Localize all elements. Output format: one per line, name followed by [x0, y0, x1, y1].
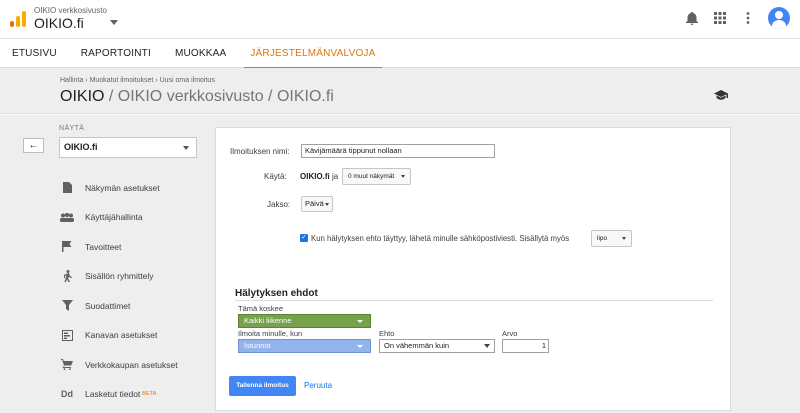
condition-select[interactable]: On vähemmän kuin	[379, 339, 495, 353]
beta-badge: BETA	[142, 391, 157, 398]
account-avatar[interactable]	[768, 7, 790, 29]
account-selector[interactable]: OIKIO.fi	[34, 15, 84, 31]
graduation-cap-icon[interactable]	[714, 90, 728, 100]
segment-select[interactable]: Kaikki liikenne	[238, 314, 371, 328]
chevron-down-icon	[325, 203, 329, 206]
conditions-title: Hälytyksen ehdot	[235, 288, 318, 299]
period-value: Päivä	[305, 199, 324, 208]
chevron-down-icon	[357, 345, 363, 348]
alert-name-label: Ilmoituksen nimi:	[230, 147, 290, 156]
notify-label: Ilmoita minulle, kun	[238, 329, 303, 338]
alert-name-input[interactable]: Kävijämäärä tippunut nollaan	[301, 144, 495, 158]
sidebar-item-content-grouping[interactable]: Sisällön ryhmittely	[55, 262, 200, 292]
sidebar-item-label: Kanavan asetukset	[85, 330, 158, 341]
person-walking-icon	[60, 270, 74, 283]
chevron-down-icon	[357, 320, 363, 323]
tab-raportointi[interactable]: RAPORTOINTI	[69, 39, 163, 68]
sidebar-item-label: Sisällön ryhmittely	[85, 271, 154, 282]
chevron-down-icon	[401, 175, 405, 178]
chevron-down-icon	[622, 237, 626, 240]
sidebar-item-label: Näkymän asetukset	[85, 182, 160, 193]
email-checkbox-label: Kun hälytyksen ehto täyttyy, lähetä minu…	[311, 234, 570, 243]
condition-value: On vähemmän kuin	[384, 341, 450, 350]
sidebar-item-ecommerce-settings[interactable]: Verkkokaupan asetukset	[55, 350, 200, 380]
admin-sidebar: NÄYTÄ OIKIO.fi Näkymän asetukset Käyttäj…	[55, 115, 200, 413]
filter-icon	[60, 300, 74, 312]
main-nav: ETUSIVU RAPORTOINTI MUOKKAA JÄRJESTELMÄN…	[0, 39, 800, 69]
sidebar-item-label: Käyttäjähallinta	[85, 212, 143, 223]
apps-grid-icon[interactable]	[712, 10, 728, 26]
page-title: OIKIO / OIKIO verkkosivusto / OIKIO.fi	[60, 88, 334, 106]
value-label: Arvo	[502, 329, 518, 338]
period-select[interactable]: Päivä	[301, 196, 333, 212]
more-vert-icon[interactable]	[740, 10, 756, 26]
metric-value: Istunnot	[244, 341, 271, 350]
dd-icon: Dd	[61, 389, 73, 400]
applies-label: Tämä koskee	[238, 304, 284, 313]
tab-muokkaa[interactable]: MUOKKAA	[163, 39, 238, 68]
alert-form-card: Ilmoituksen nimi: Kävijämäärä tippunut n…	[215, 127, 731, 411]
tab-etusivu[interactable]: ETUSIVU	[0, 39, 69, 68]
sidebar-item-label: Suodattimet	[85, 300, 131, 311]
page-title-main: OIKIO	[60, 88, 105, 105]
sidebar-item-filters[interactable]: Suodattimet	[55, 291, 200, 321]
account-chevron-down-icon[interactable]	[110, 20, 118, 25]
analytics-logo-icon[interactable]	[10, 11, 26, 27]
segment-value: Kaikki liikenne	[244, 316, 292, 325]
sidebar-menu: Näkymän asetukset Käyttäjähallinta Tavoi…	[55, 173, 200, 409]
tab-jarjestelmanvalvoja[interactable]: JÄRJESTELMÄNVALVOJA	[238, 39, 387, 69]
sidebar-item-channel-settings[interactable]: Kanavan asetukset	[55, 321, 200, 351]
sidebar-item-label: Tavoitteet	[85, 241, 122, 252]
view-label: NÄYTÄ	[59, 125, 85, 132]
sidebar-item-user-management[interactable]: Käyttäjähallinta	[55, 203, 200, 233]
page-title-path: / OIKIO verkkosivusto / OIKIO.fi	[104, 88, 334, 105]
use-and-text: ja	[332, 172, 339, 181]
notifications-icon[interactable]	[684, 10, 700, 26]
flag-icon	[60, 241, 74, 253]
back-arrow-icon[interactable]: ←	[23, 138, 44, 153]
cancel-link[interactable]: Peruuta	[304, 381, 332, 390]
sidebar-item-view-settings[interactable]: Näkymän asetukset	[55, 173, 200, 203]
include-recipients-value: lipo	[597, 235, 608, 242]
condition-label: Ehto	[379, 329, 395, 338]
sidebar-item-calculated-metrics[interactable]: Dd Lasketut tiedot BETA	[55, 380, 200, 410]
threshold-input[interactable]: 1	[502, 339, 549, 353]
view-selector[interactable]: OIKIO.fi	[59, 137, 197, 158]
include-recipients-select[interactable]: lipo	[591, 230, 632, 247]
chevron-down-icon	[183, 146, 189, 150]
channel-icon	[60, 329, 74, 341]
sidebar-item-label: Lasketut tiedot	[85, 389, 141, 400]
people-icon	[60, 211, 74, 223]
document-icon	[60, 182, 74, 194]
use-view-name: OIKIO.fi	[300, 172, 330, 181]
sidebar-item-goals[interactable]: Tavoitteet	[55, 232, 200, 262]
view-selector-value: OIKIO.fi	[64, 142, 98, 152]
use-label: Käytä:	[264, 172, 287, 181]
account-subtitle: OIKIO verkkosivusto	[34, 6, 107, 15]
top-bar: OIKIO verkkosivusto OIKIO.fi	[0, 0, 800, 39]
content-area: ← NÄYTÄ OIKIO.fi Näkymän asetukset Käytt…	[0, 115, 800, 413]
sidebar-item-label: Verkkokaupan asetukset	[85, 359, 178, 370]
section-divider	[235, 300, 713, 301]
other-views-value: 0 muut näkymät	[348, 173, 395, 180]
email-checkbox[interactable]: ✓	[300, 234, 308, 242]
page-header: Hallinta › Muokatut ilmoitukset › Uusi o…	[0, 68, 800, 114]
cart-icon	[60, 359, 74, 371]
chevron-down-icon	[484, 344, 490, 348]
breadcrumb[interactable]: Hallinta › Muokatut ilmoitukset › Uusi o…	[60, 77, 215, 84]
metric-select[interactable]: Istunnot	[238, 339, 371, 353]
save-alert-button[interactable]: Tallenna ilmoitus	[229, 376, 296, 396]
period-label: Jakso:	[267, 200, 291, 209]
other-views-select[interactable]: 0 muut näkymät	[342, 168, 411, 185]
